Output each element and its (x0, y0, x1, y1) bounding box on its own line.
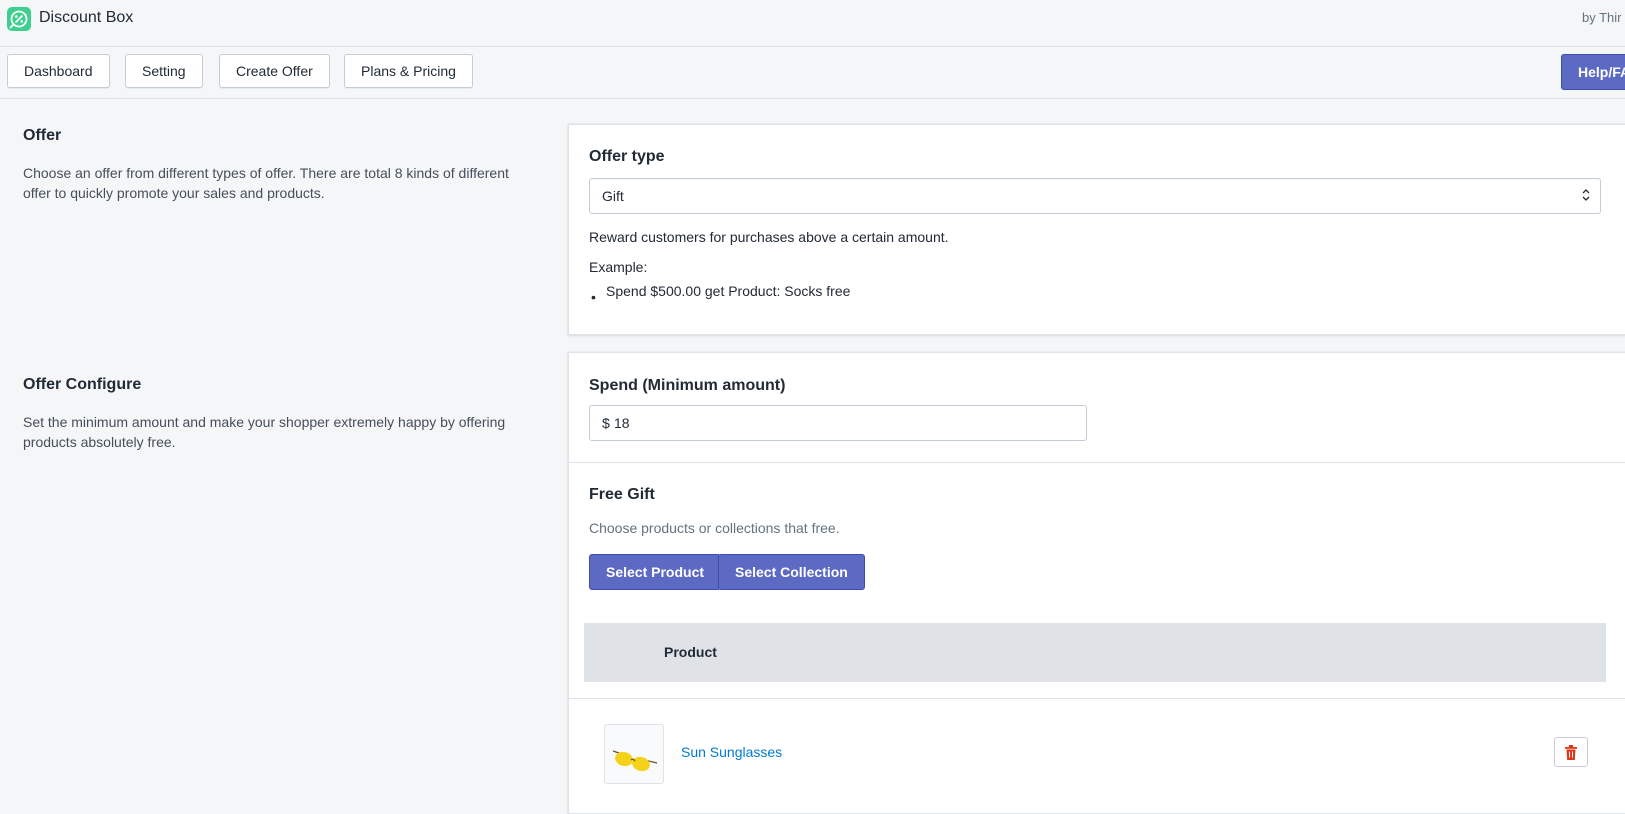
developer-credit: by Thir (1582, 10, 1622, 25)
offer-type-selected-value: Gift (602, 188, 624, 204)
spend-label: Spend (Minimum amount) (589, 377, 786, 394)
select-collection-button[interactable]: Select Collection (718, 554, 865, 590)
discount-box-logo-icon (7, 7, 31, 31)
section-divider (569, 462, 1625, 463)
select-arrows-icon (1582, 189, 1590, 201)
top-bar: Discount Box by Thir (0, 0, 1625, 47)
offer-type-select[interactable]: Gift (589, 178, 1601, 214)
product-column-header: Product (664, 644, 717, 660)
select-product-button[interactable]: Select Product (589, 554, 722, 590)
example-item: Spend $500.00 get Product: Socks free (606, 283, 851, 299)
create-offer-button[interactable]: Create Offer (219, 54, 330, 88)
dashboard-button[interactable]: Dashboard (7, 54, 110, 88)
sunglasses-icon (612, 750, 658, 772)
delete-product-button[interactable] (1554, 737, 1588, 767)
product-link[interactable]: Sun Sunglasses (681, 744, 782, 760)
offer-section-description: Choose an offer from different types of … (23, 165, 509, 201)
product-table-header: Product (584, 623, 1606, 682)
bullet-icon: • (591, 289, 596, 305)
offer-type-card: Offer type Gift Reward customers for pur… (568, 124, 1625, 335)
currency-prefix: $ (602, 415, 610, 431)
help-faq-button[interactable]: Help/FA (1561, 54, 1625, 90)
minimum-amount-value: 18 (614, 415, 630, 431)
trash-icon (1565, 745, 1577, 760)
row-divider (569, 698, 1625, 699)
setting-button[interactable]: Setting (125, 54, 203, 88)
product-thumbnail (604, 724, 664, 784)
offer-type-label: Offer type (589, 148, 665, 165)
offer-configure-title: Offer Configure (23, 376, 142, 393)
nav-bar: Dashboard Setting Create Offer Plans & P… (0, 46, 1625, 99)
offer-configure-card: Spend (Minimum amount) $ 18 Free Gift Ch… (568, 352, 1625, 814)
app-title: Discount Box (39, 9, 134, 26)
free-gift-description: Choose products or collections that free… (589, 520, 840, 536)
minimum-amount-input[interactable]: $ 18 (589, 405, 1087, 441)
free-gift-label: Free Gift (589, 486, 655, 503)
offer-type-description: Reward customers for purchases above a c… (589, 229, 949, 245)
offer-section-title: Offer (23, 127, 62, 144)
example-label: Example: (589, 259, 648, 275)
offer-configure-description: Set the minimum amount and make your sho… (23, 414, 506, 450)
plans-pricing-button[interactable]: Plans & Pricing (344, 54, 473, 88)
